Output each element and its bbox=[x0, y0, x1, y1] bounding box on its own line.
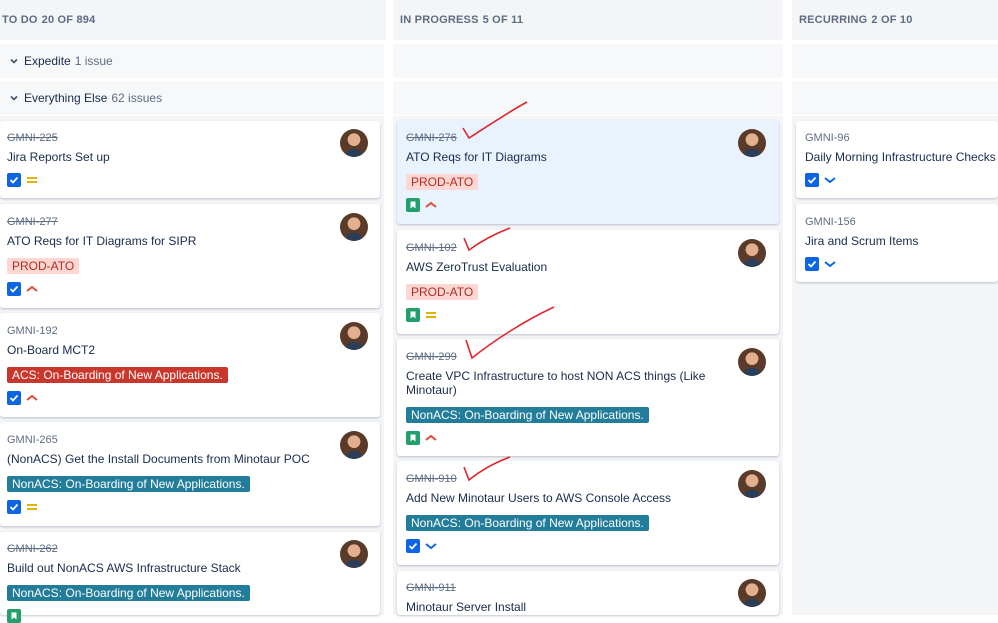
issue-card[interactable]: GMNI-262 Build out NonACS AWS Infrastruc… bbox=[0, 532, 380, 623]
issue-card[interactable]: GMNI-910 Add New Minotaur Users to AWS C… bbox=[397, 461, 779, 565]
priority-medium-icon bbox=[27, 504, 37, 510]
priority-low-icon bbox=[824, 177, 836, 184]
swimlane-everything-else[interactable]: Everything Else 62 issues bbox=[0, 81, 998, 115]
task-checkbox-icon bbox=[805, 257, 819, 271]
column-count: 20 OF 894 bbox=[41, 14, 96, 26]
issue-label: NonACS: On-Boarding of New Applications. bbox=[406, 407, 649, 423]
priority-high-icon bbox=[26, 285, 38, 292]
issue-card[interactable]: GMNI-225 Jira Reports Set up bbox=[0, 121, 380, 198]
column-count: 5 OF 11 bbox=[482, 14, 524, 26]
priority-low-icon bbox=[425, 543, 437, 550]
issue-summary: Add New Minotaur Users to AWS Console Ac… bbox=[406, 491, 671, 505]
issue-key[interactable]: GMNI-102 bbox=[406, 242, 457, 254]
assignee-avatar[interactable] bbox=[340, 540, 368, 568]
task-checkbox-icon bbox=[406, 539, 420, 553]
issue-label: NonACS: On-Boarding of New Applications. bbox=[406, 515, 649, 531]
assignee-avatar[interactable] bbox=[340, 213, 368, 241]
column-count: 2 OF 10 bbox=[871, 14, 913, 26]
issue-summary: ATO Reqs for IT Diagrams for SIPR bbox=[7, 234, 197, 248]
task-checkbox-icon bbox=[7, 500, 21, 514]
swimlane-label: Everything Else bbox=[24, 91, 108, 105]
issue-key[interactable]: GMNI-911 bbox=[406, 582, 456, 594]
chevron-down-icon[interactable] bbox=[10, 57, 18, 65]
priority-high-icon bbox=[425, 201, 437, 208]
column-header-todo: TO DO 20 OF 894 bbox=[0, 0, 386, 40]
issue-label: PROD-ATO bbox=[406, 174, 479, 190]
story-icon bbox=[406, 431, 420, 445]
swimlane-label: Expedite bbox=[24, 54, 71, 68]
issue-summary: (NonACS) Get the Install Documents from … bbox=[7, 452, 310, 466]
task-checkbox-icon bbox=[7, 282, 21, 296]
priority-high-icon bbox=[425, 434, 437, 441]
issue-card[interactable]: GMNI-277 ATO Reqs for IT Diagrams for SI… bbox=[0, 204, 380, 308]
column-title: RECURRING bbox=[799, 14, 868, 26]
assignee-avatar[interactable] bbox=[738, 470, 766, 498]
issue-summary: On-Board MCT2 bbox=[7, 343, 96, 357]
assignee-avatar[interactable] bbox=[340, 431, 368, 459]
issue-label: ACS: On-Boarding of New Applications. bbox=[7, 367, 228, 383]
priority-low-icon bbox=[824, 261, 836, 268]
issue-card[interactable]: GMNI-192 On-Board MCT2 ACS: On-Boarding … bbox=[0, 313, 380, 417]
issue-card[interactable]: GMNI-911 Minotaur Server Install bbox=[397, 571, 779, 615]
column-header-recurring: RECURRING 2 OF 10 bbox=[792, 0, 998, 40]
issue-card[interactable]: GMNI-96 Daily Morning Infrastructure Che… bbox=[796, 121, 998, 198]
assignee-avatar[interactable] bbox=[738, 579, 766, 607]
issue-card[interactable]: GMNI-299 Create VPC Infrastructure to ho… bbox=[397, 339, 779, 456]
issue-label: NonACS: On-Boarding of New Applications. bbox=[7, 476, 250, 492]
issue-key[interactable]: GMNI-262 bbox=[7, 543, 58, 555]
issue-card[interactable]: GMNI-265 (NonACS) Get the Install Docume… bbox=[0, 422, 380, 526]
swimlane-expedite[interactable]: Expedite 1 issue bbox=[0, 44, 998, 78]
issue-summary: Jira and Scrum Items bbox=[805, 234, 919, 248]
chevron-down-icon[interactable] bbox=[10, 94, 18, 102]
priority-medium-icon bbox=[27, 177, 37, 183]
priority-high-icon bbox=[26, 394, 38, 401]
task-checkbox-icon bbox=[7, 391, 21, 405]
assignee-avatar[interactable] bbox=[738, 129, 766, 157]
issue-key[interactable]: GMNI-299 bbox=[406, 351, 457, 363]
issue-card[interactable]: GMNI-102 AWS ZeroTrust Evaluation PROD-A… bbox=[397, 230, 779, 334]
issue-key[interactable]: GMNI-276 bbox=[406, 132, 457, 144]
assignee-avatar[interactable] bbox=[340, 322, 368, 350]
story-icon bbox=[7, 609, 21, 623]
issue-key[interactable]: GMNI-192 bbox=[7, 325, 58, 337]
column-title: IN PROGRESS bbox=[400, 14, 479, 26]
issue-card-selected[interactable]: GMNI-276 ATO Reqs for IT Diagrams PROD-A… bbox=[397, 120, 779, 224]
issue-summary: Minotaur Server Install bbox=[406, 600, 527, 614]
assignee-avatar[interactable] bbox=[738, 348, 766, 376]
issue-card[interactable]: GMNI-156 Jira and Scrum Items bbox=[796, 204, 998, 282]
issue-key[interactable]: GMNI-225 bbox=[7, 132, 58, 144]
swimlane-count: 1 issue bbox=[74, 54, 113, 68]
story-icon bbox=[406, 198, 420, 212]
issue-key[interactable]: GMNI-156 bbox=[805, 216, 856, 228]
issue-summary: ATO Reqs for IT Diagrams bbox=[406, 150, 547, 164]
issue-summary: AWS ZeroTrust Evaluation bbox=[406, 260, 548, 274]
assignee-avatar[interactable] bbox=[340, 129, 368, 157]
issue-label: NonACS: On-Boarding of New Applications. bbox=[7, 585, 250, 601]
column-header-in-progress: IN PROGRESS 5 OF 11 bbox=[393, 0, 783, 40]
issue-label: PROD-ATO bbox=[7, 258, 80, 274]
issue-summary: Create VPC Infrastructure to host NON AC… bbox=[406, 369, 706, 397]
story-icon bbox=[406, 308, 420, 322]
task-checkbox-icon bbox=[805, 173, 819, 187]
issue-summary: Jira Reports Set up bbox=[7, 150, 110, 164]
issue-key[interactable]: GMNI-96 bbox=[805, 132, 850, 144]
issue-key[interactable]: GMNI-277 bbox=[7, 216, 58, 228]
assignee-avatar[interactable] bbox=[738, 239, 766, 267]
column-title: TO DO bbox=[2, 14, 38, 26]
issue-summary: Build out NonACS AWS Infrastructure Stac… bbox=[7, 561, 241, 575]
issue-key[interactable]: GMNI-910 bbox=[406, 473, 457, 485]
issue-label: PROD-ATO bbox=[406, 284, 479, 300]
priority-medium-icon bbox=[426, 312, 436, 318]
task-checkbox-icon bbox=[7, 173, 21, 187]
issue-key[interactable]: GMNI-265 bbox=[7, 434, 58, 446]
swimlane-count: 62 issues bbox=[111, 91, 163, 105]
issue-summary: Daily Morning Infrastructure Checks bbox=[805, 150, 996, 164]
